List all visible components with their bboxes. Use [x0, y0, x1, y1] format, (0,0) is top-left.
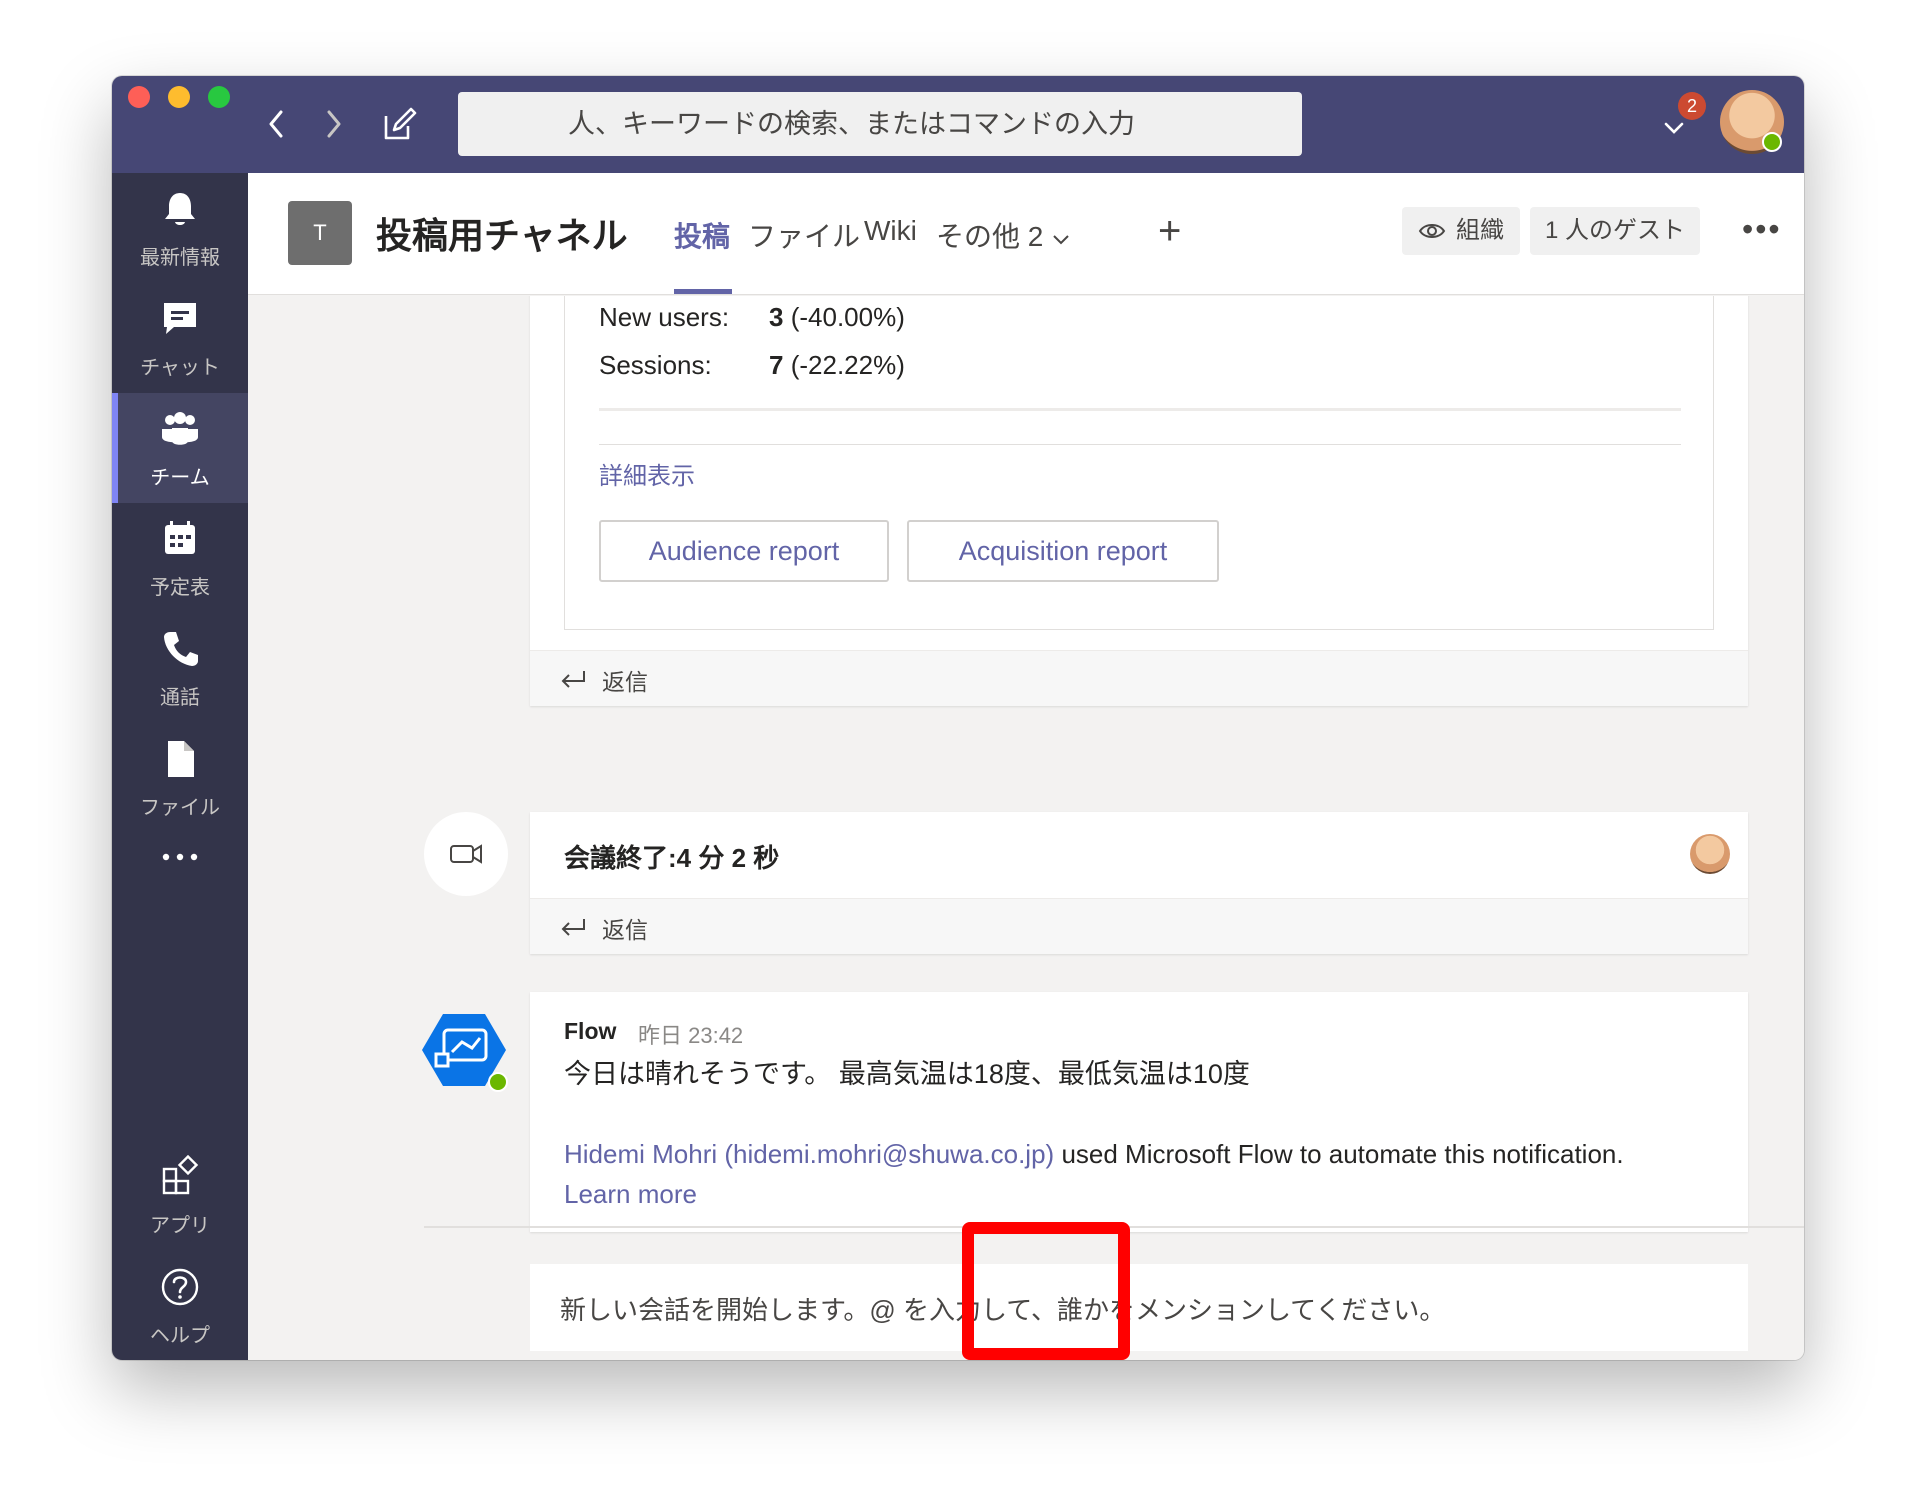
- chevron-down-icon: [1053, 234, 1069, 245]
- calendar-icon: [165, 521, 195, 554]
- bell-icon: [165, 193, 195, 225]
- highlight-box: [962, 1222, 1130, 1360]
- compose-input[interactable]: 新しい会話を開始します。@ を入力して、誰かをメンションしてください。: [530, 1264, 1748, 1354]
- automation-note: Hidemi Mohri (hidemi.mohri@shuwa.co.jp) …: [564, 1134, 1724, 1214]
- search-input[interactable]: 人、キーワードの検索、またはコマンドの入力: [458, 92, 1302, 156]
- video-camera-icon: [450, 844, 482, 864]
- rail-label: 通話: [160, 687, 200, 709]
- message-timestamp: 昨日 23:42: [638, 1023, 744, 1048]
- acquisition-report-button[interactable]: Acquisition report: [907, 520, 1219, 582]
- reply-icon: [561, 671, 585, 688]
- help-icon: [161, 1268, 199, 1306]
- flow-post: Flow 昨日 23:42 今日は晴れそうです。 最高気温は18度、最低気温は1…: [530, 992, 1748, 1232]
- rail-item-teams[interactable]: チーム: [112, 393, 248, 503]
- new-chat-icon[interactable]: [380, 104, 420, 144]
- user-link[interactable]: Hidemi Mohri (hidemi.mohri@shuwa.co.jp): [564, 1139, 1054, 1169]
- adaptive-card: New users: 3 (-40.00%) Sessions: 7 (-22.…: [564, 296, 1714, 630]
- back-arrow-icon[interactable]: [257, 102, 297, 146]
- reply-label: 返信: [602, 917, 648, 943]
- meeting-avatar: [424, 812, 508, 896]
- tab-more[interactable]: その他 2: [936, 215, 1071, 255]
- conversation-feed: New users: 3 (-40.00%) Sessions: 7 (-22.…: [248, 296, 1804, 1360]
- rail-label: 予定表: [150, 577, 210, 599]
- active-tab-indicator: [674, 289, 732, 294]
- message-body: 今日は晴れそうです。 最高気温は18度、最低気温は10度: [564, 1059, 1250, 1089]
- channel-title: 投稿用チャネル: [376, 215, 628, 256]
- automation-text: used Microsoft Flow to automate this not…: [1054, 1139, 1624, 1169]
- reply-label: 返信: [602, 669, 648, 695]
- rail-label: ファイル: [140, 797, 220, 819]
- participant-avatar[interactable]: [1690, 834, 1730, 874]
- team-avatar: T: [288, 201, 352, 265]
- title-bar: 人、キーワードの検索、またはコマンドの入力 2: [112, 76, 1804, 173]
- more-options-button[interactable]: •••: [1742, 211, 1782, 248]
- rail-item-help[interactable]: ヘルプ: [112, 1251, 248, 1360]
- learn-more-link[interactable]: Learn more: [564, 1179, 697, 1209]
- reply-button[interactable]: 返信: [530, 650, 1748, 706]
- tab-posts[interactable]: 投稿: [674, 215, 730, 255]
- reply-icon: [561, 919, 585, 936]
- add-tab-button[interactable]: +: [1158, 209, 1181, 254]
- rail-item-calendar[interactable]: 予定表: [112, 503, 248, 613]
- tab-more-label: その他 2: [936, 221, 1044, 252]
- channel-header: T 投稿用チャネル 投稿 ファイル Wiki その他 2 + 組織 1 人のゲス…: [248, 173, 1804, 295]
- rail-item-activity[interactable]: 最新情報: [112, 173, 248, 283]
- rail-label: 最新情報: [140, 247, 220, 269]
- rail-item-chat[interactable]: チャット: [112, 283, 248, 393]
- presence-available-icon: [1762, 132, 1782, 152]
- sender-name: Flow: [564, 1018, 617, 1044]
- rail-label: ヘルプ: [150, 1325, 210, 1347]
- close-window-button[interactable]: [128, 86, 150, 108]
- more-horizontal-icon: [162, 853, 198, 861]
- rail-item-apps[interactable]: アプリ: [112, 1141, 248, 1251]
- eye-icon: [1418, 224, 1446, 238]
- teams-icon: [162, 412, 198, 445]
- stat-value: 7 (-22.22%): [769, 350, 905, 380]
- forward-arrow-icon[interactable]: [313, 102, 353, 146]
- meeting-title: 会議終了:4 分 2 秒: [564, 843, 780, 873]
- rail-label: チャット: [140, 357, 220, 379]
- reply-button[interactable]: 返信: [530, 898, 1748, 954]
- meeting-post: 会議終了:4 分 2 秒 返信: [530, 812, 1748, 954]
- rail-label: チーム: [150, 467, 210, 489]
- notification-badge[interactable]: 2: [1678, 92, 1706, 120]
- zoom-window-button[interactable]: [208, 86, 230, 108]
- stat-key: Sessions:: [599, 350, 712, 380]
- presence-available-icon: [488, 1072, 508, 1092]
- tab-wiki[interactable]: Wiki: [864, 215, 917, 247]
- guest-button[interactable]: 1 人のゲスト: [1530, 207, 1700, 255]
- rail-item-files[interactable]: ファイル: [112, 723, 248, 833]
- chat-icon: [164, 303, 196, 334]
- audience-report-button[interactable]: Audience report: [599, 520, 889, 582]
- file-icon: [168, 741, 194, 777]
- rail-more-button[interactable]: [112, 833, 248, 893]
- teams-window: 人、キーワードの検索、またはコマンドの入力 2 最新情報 チャット チーム 予定…: [112, 76, 1804, 1360]
- card-divider: [599, 444, 1681, 445]
- show-details-link[interactable]: 詳細表示: [599, 456, 695, 491]
- org-button[interactable]: 組織: [1402, 207, 1520, 255]
- phone-icon: [164, 632, 198, 666]
- tab-files[interactable]: ファイル: [748, 215, 860, 255]
- chevron-down-icon[interactable]: [1660, 114, 1688, 142]
- analytics-post: New users: 3 (-40.00%) Sessions: 7 (-22.…: [530, 296, 1748, 706]
- rail-item-calls[interactable]: 通話: [112, 613, 248, 723]
- app-bar: 最新情報 チャット チーム 予定表 通話 ファイル アプリ ヘルプ: [112, 173, 248, 1360]
- stat-value: 3 (-40.00%): [769, 302, 905, 332]
- minimize-window-button[interactable]: [168, 86, 190, 108]
- card-divider: [599, 408, 1681, 411]
- rail-label: アプリ: [150, 1215, 210, 1237]
- stat-key: New users:: [599, 302, 730, 332]
- org-label: 組織: [1456, 217, 1504, 244]
- apps-icon: [162, 1155, 199, 1195]
